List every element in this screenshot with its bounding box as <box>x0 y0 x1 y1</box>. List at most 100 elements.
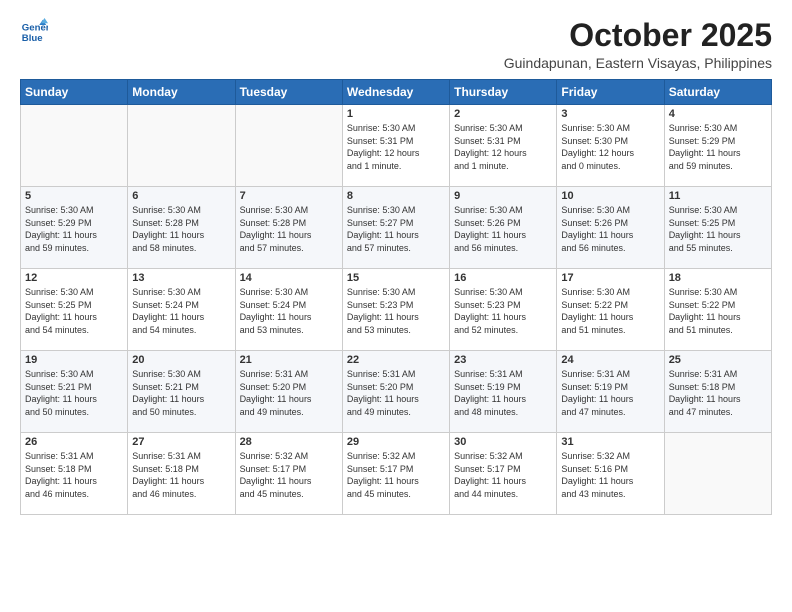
day-number: 1 <box>347 108 445 120</box>
header-row: SundayMondayTuesdayWednesdayThursdayFrid… <box>21 80 772 105</box>
day-number: 9 <box>454 190 552 202</box>
day-info: Sunrise: 5:30 AM Sunset: 5:26 PM Dayligh… <box>454 204 552 254</box>
day-info: Sunrise: 5:30 AM Sunset: 5:28 PM Dayligh… <box>240 204 338 254</box>
day-number: 5 <box>25 190 123 202</box>
day-info: Sunrise: 5:30 AM Sunset: 5:24 PM Dayligh… <box>132 286 230 336</box>
day-number: 7 <box>240 190 338 202</box>
month-title: October 2025 <box>504 18 772 53</box>
calendar-cell: 8 Sunrise: 5:30 AM Sunset: 5:27 PM Daylig… <box>342 187 449 269</box>
day-number: 8 <box>347 190 445 202</box>
day-number: 21 <box>240 354 338 366</box>
day-number: 31 <box>561 436 659 448</box>
calendar-cell <box>235 105 342 187</box>
day-number: 10 <box>561 190 659 202</box>
calendar-cell <box>21 105 128 187</box>
day-info: Sunrise: 5:31 AM Sunset: 5:18 PM Dayligh… <box>25 450 123 500</box>
calendar-cell: 11Sunrise: 5:30 AM Sunset: 5:25 PM Dayli… <box>664 187 771 269</box>
header-thursday: Thursday <box>450 80 557 105</box>
day-number: 23 <box>454 354 552 366</box>
calendar-cell: 20 Sunrise: 5:30 AM Sunset: 5:21 PM Dayli… <box>128 351 235 433</box>
calendar-cell: 15 Sunrise: 5:30 AM Sunset: 5:23 PM Dayli… <box>342 269 449 351</box>
logo-icon: General Blue <box>20 18 48 46</box>
day-info: Sunrise: 5:30 AM Sunset: 5:31 PM Dayligh… <box>347 122 445 172</box>
day-info: Sunrise: 5:30 AM Sunset: 5:21 PM Dayligh… <box>132 368 230 418</box>
calendar-cell: 22 Sunrise: 5:31 AM Sunset: 5:20 PM Dayli… <box>342 351 449 433</box>
week-row-0: 1 Sunrise: 5:30 AM Sunset: 5:31 PM Daylig… <box>21 105 772 187</box>
day-info: Sunrise: 5:30 AM Sunset: 5:31 PM Dayligh… <box>454 122 552 172</box>
day-info: Sunrise: 5:30 AM Sunset: 5:23 PM Dayligh… <box>347 286 445 336</box>
day-number: 12 <box>25 272 123 284</box>
calendar-cell: 9 Sunrise: 5:30 AM Sunset: 5:26 PM Daylig… <box>450 187 557 269</box>
day-info: Sunrise: 5:30 AM Sunset: 5:29 PM Dayligh… <box>25 204 123 254</box>
calendar-cell: 14Sunrise: 5:30 AM Sunset: 5:24 PM Dayli… <box>235 269 342 351</box>
calendar-cell: 21 Sunrise: 5:31 AM Sunset: 5:20 PM Dayli… <box>235 351 342 433</box>
day-info: Sunrise: 5:31 AM Sunset: 5:20 PM Dayligh… <box>240 368 338 418</box>
calendar-cell: 17 Sunrise: 5:30 AM Sunset: 5:22 PM Dayli… <box>557 269 664 351</box>
day-info: Sunrise: 5:31 AM Sunset: 5:18 PM Dayligh… <box>132 450 230 500</box>
location-subtitle: Guindapunan, Eastern Visayas, Philippine… <box>504 55 772 71</box>
day-number: 14 <box>240 272 338 284</box>
calendar-cell: 18Sunrise: 5:30 AM Sunset: 5:22 PM Dayli… <box>664 269 771 351</box>
day-number: 20 <box>132 354 230 366</box>
week-row-2: 12 Sunrise: 5:30 AM Sunset: 5:25 PM Dayli… <box>21 269 772 351</box>
calendar-cell: 12 Sunrise: 5:30 AM Sunset: 5:25 PM Dayli… <box>21 269 128 351</box>
day-number: 18 <box>669 272 767 284</box>
logo: General Blue <box>20 18 48 46</box>
week-row-4: 26 Sunrise: 5:31 AM Sunset: 5:18 PM Dayli… <box>21 433 772 515</box>
day-number: 26 <box>25 436 123 448</box>
calendar-cell: 29 Sunrise: 5:32 AM Sunset: 5:17 PM Dayli… <box>342 433 449 515</box>
calendar-cell: 30 Sunrise: 5:32 AM Sunset: 5:17 PM Dayli… <box>450 433 557 515</box>
day-info: Sunrise: 5:32 AM Sunset: 5:17 PM Dayligh… <box>240 450 338 500</box>
day-number: 15 <box>347 272 445 284</box>
calendar-cell: 26 Sunrise: 5:31 AM Sunset: 5:18 PM Dayli… <box>21 433 128 515</box>
header-tuesday: Tuesday <box>235 80 342 105</box>
day-info: Sunrise: 5:31 AM Sunset: 5:19 PM Dayligh… <box>454 368 552 418</box>
day-number: 25 <box>669 354 767 366</box>
day-number: 2 <box>454 108 552 120</box>
calendar-cell <box>128 105 235 187</box>
page-header: General Blue October 2025 Guindapunan, E… <box>20 18 772 71</box>
day-number: 6 <box>132 190 230 202</box>
header-sunday: Sunday <box>21 80 128 105</box>
calendar-cell: 25 Sunrise: 5:31 AM Sunset: 5:18 PM Dayli… <box>664 351 771 433</box>
calendar-cell: 7 Sunrise: 5:30 AM Sunset: 5:28 PM Daylig… <box>235 187 342 269</box>
calendar-cell: 5 Sunrise: 5:30 AM Sunset: 5:29 PM Daylig… <box>21 187 128 269</box>
day-info: Sunrise: 5:30 AM Sunset: 5:21 PM Dayligh… <box>25 368 123 418</box>
day-number: 4 <box>669 108 767 120</box>
day-number: 19 <box>25 354 123 366</box>
day-info: Sunrise: 5:30 AM Sunset: 5:23 PM Dayligh… <box>454 286 552 336</box>
svg-text:Blue: Blue <box>22 33 43 44</box>
calendar-cell: 13Sunrise: 5:30 AM Sunset: 5:24 PM Dayli… <box>128 269 235 351</box>
day-info: Sunrise: 5:30 AM Sunset: 5:30 PM Dayligh… <box>561 122 659 172</box>
calendar-cell: 4Sunrise: 5:30 AM Sunset: 5:29 PM Daylig… <box>664 105 771 187</box>
day-info: Sunrise: 5:30 AM Sunset: 5:28 PM Dayligh… <box>132 204 230 254</box>
day-number: 29 <box>347 436 445 448</box>
day-info: Sunrise: 5:31 AM Sunset: 5:18 PM Dayligh… <box>669 368 767 418</box>
day-info: Sunrise: 5:30 AM Sunset: 5:27 PM Dayligh… <box>347 204 445 254</box>
header-wednesday: Wednesday <box>342 80 449 105</box>
calendar-cell: 23 Sunrise: 5:31 AM Sunset: 5:19 PM Dayli… <box>450 351 557 433</box>
calendar-cell: 6 Sunrise: 5:30 AM Sunset: 5:28 PM Daylig… <box>128 187 235 269</box>
calendar-cell <box>664 433 771 515</box>
calendar-cell: 31Sunrise: 5:32 AM Sunset: 5:16 PM Dayli… <box>557 433 664 515</box>
calendar-cell: 19 Sunrise: 5:30 AM Sunset: 5:21 PM Dayli… <box>21 351 128 433</box>
calendar-cell: 27Sunrise: 5:31 AM Sunset: 5:18 PM Dayli… <box>128 433 235 515</box>
day-number: 22 <box>347 354 445 366</box>
calendar-cell: 2 Sunrise: 5:30 AM Sunset: 5:31 PM Daylig… <box>450 105 557 187</box>
day-info: Sunrise: 5:30 AM Sunset: 5:25 PM Dayligh… <box>25 286 123 336</box>
day-info: Sunrise: 5:32 AM Sunset: 5:17 PM Dayligh… <box>454 450 552 500</box>
calendar-cell: 24Sunrise: 5:31 AM Sunset: 5:19 PM Dayli… <box>557 351 664 433</box>
calendar-cell: 16Sunrise: 5:30 AM Sunset: 5:23 PM Dayli… <box>450 269 557 351</box>
day-number: 24 <box>561 354 659 366</box>
day-info: Sunrise: 5:30 AM Sunset: 5:22 PM Dayligh… <box>561 286 659 336</box>
week-row-3: 19 Sunrise: 5:30 AM Sunset: 5:21 PM Dayli… <box>21 351 772 433</box>
calendar-cell: 10Sunrise: 5:30 AM Sunset: 5:26 PM Dayli… <box>557 187 664 269</box>
day-number: 3 <box>561 108 659 120</box>
day-info: Sunrise: 5:31 AM Sunset: 5:20 PM Dayligh… <box>347 368 445 418</box>
day-number: 17 <box>561 272 659 284</box>
day-info: Sunrise: 5:32 AM Sunset: 5:17 PM Dayligh… <box>347 450 445 500</box>
calendar-table: SundayMondayTuesdayWednesdayThursdayFrid… <box>20 79 772 515</box>
week-row-1: 5 Sunrise: 5:30 AM Sunset: 5:29 PM Daylig… <box>21 187 772 269</box>
day-number: 30 <box>454 436 552 448</box>
calendar-cell: 3 Sunrise: 5:30 AM Sunset: 5:30 PM Daylig… <box>557 105 664 187</box>
